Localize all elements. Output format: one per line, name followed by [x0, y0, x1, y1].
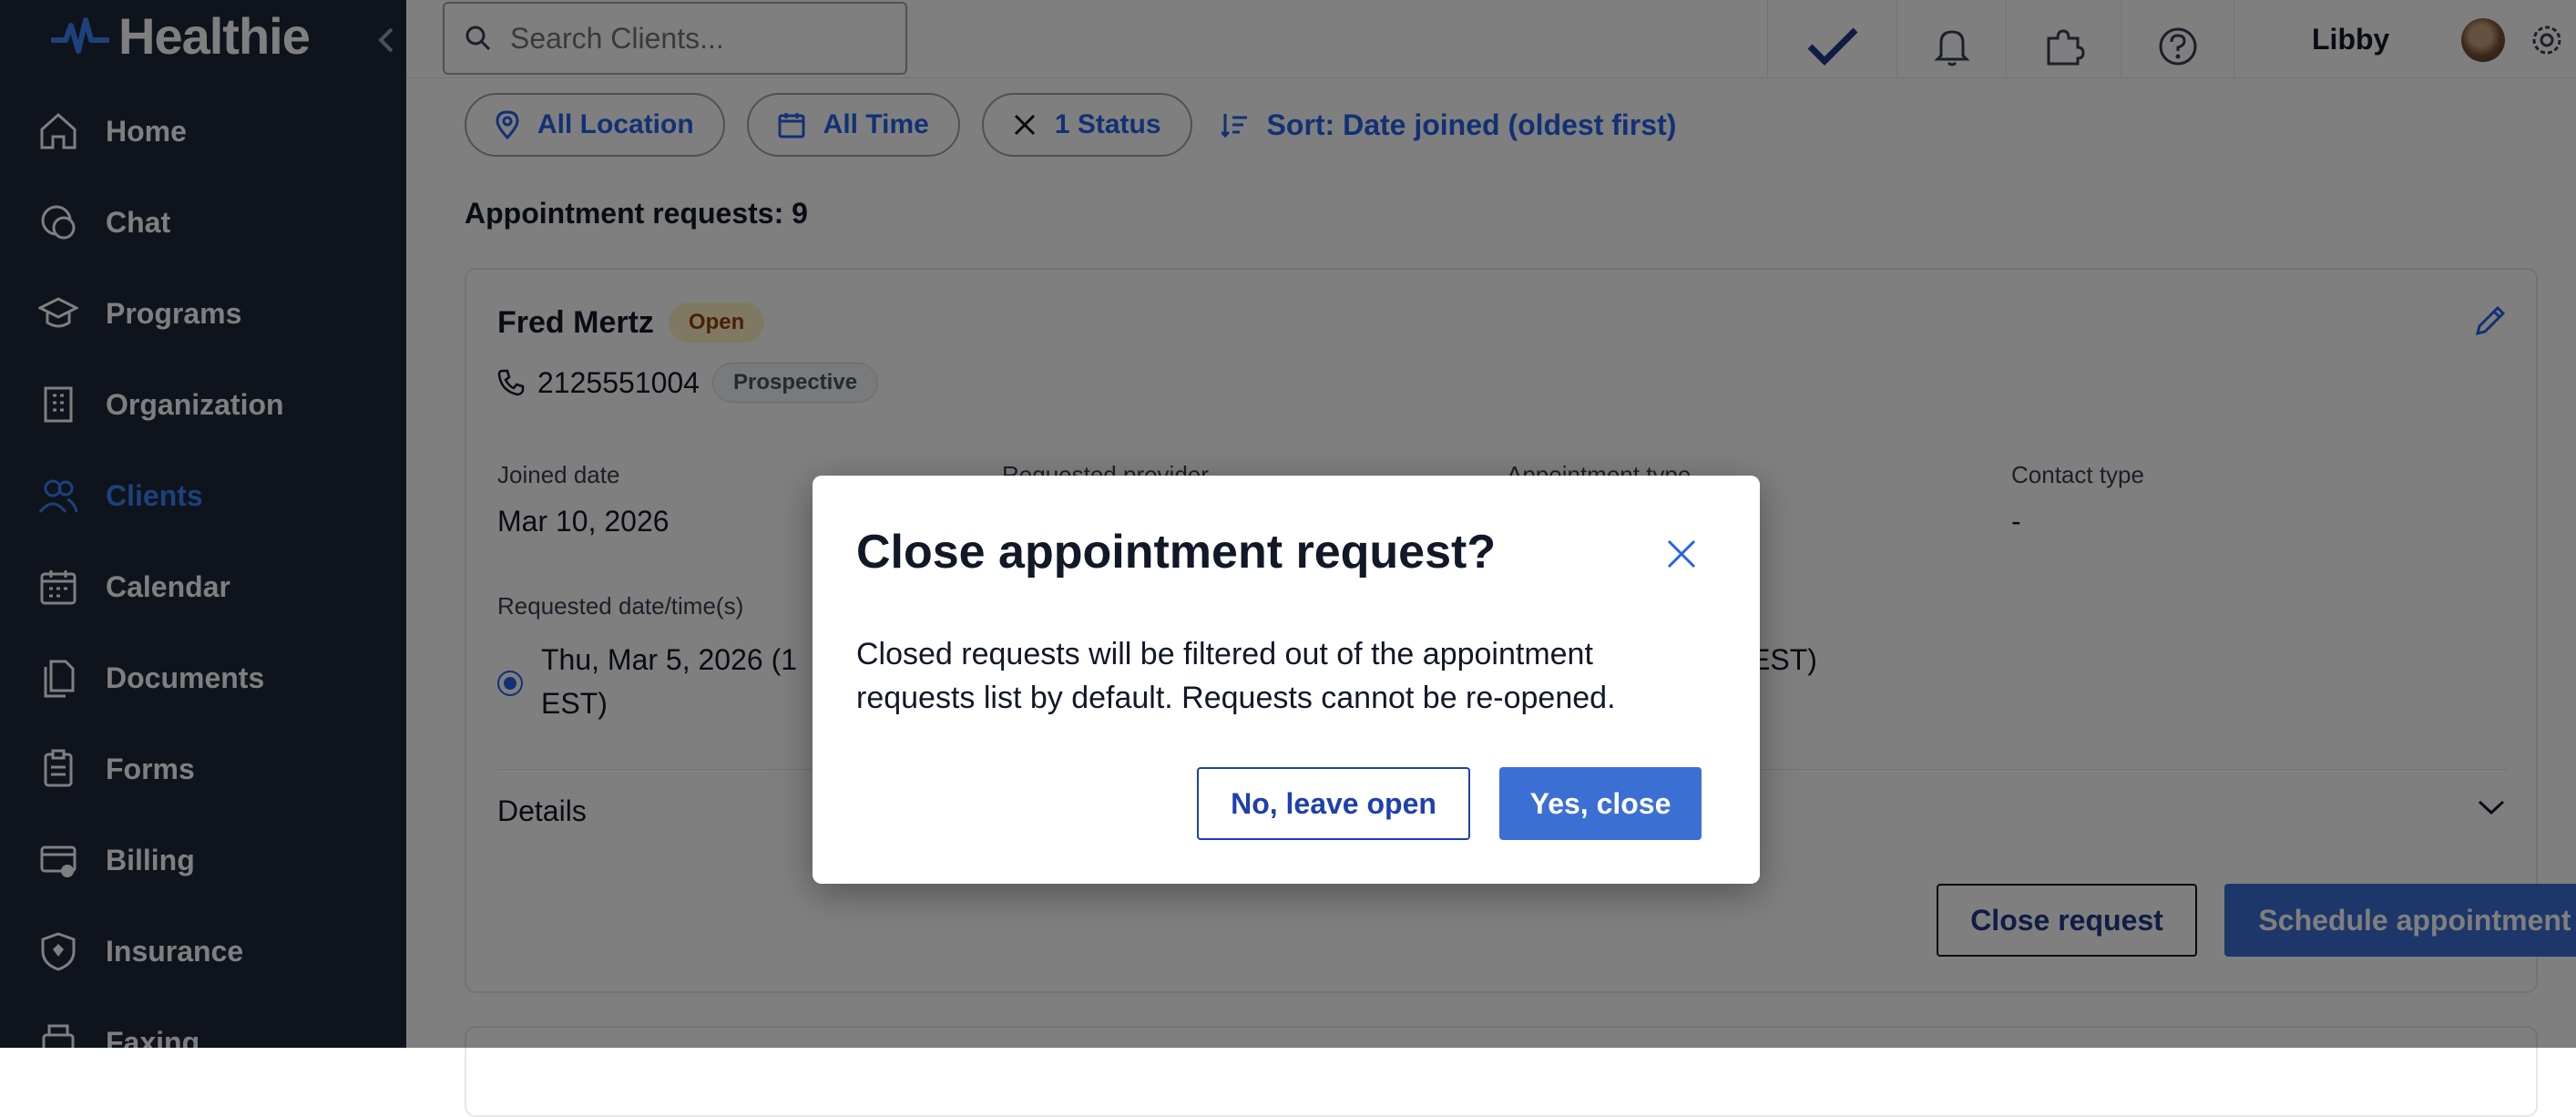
leave-open-button[interactable]: No, leave open [1197, 767, 1470, 840]
close-icon [1667, 539, 1696, 569]
dialog-message: Closed requests will be filtered out of … [856, 637, 1616, 715]
dialog-close-button[interactable] [1663, 536, 1700, 572]
confirm-close-button[interactable]: Yes, close [1499, 767, 1702, 840]
close-request-dialog: Close appointment request? Closed reques… [813, 476, 1760, 884]
dialog-title: Close appointment request? [856, 526, 1497, 579]
